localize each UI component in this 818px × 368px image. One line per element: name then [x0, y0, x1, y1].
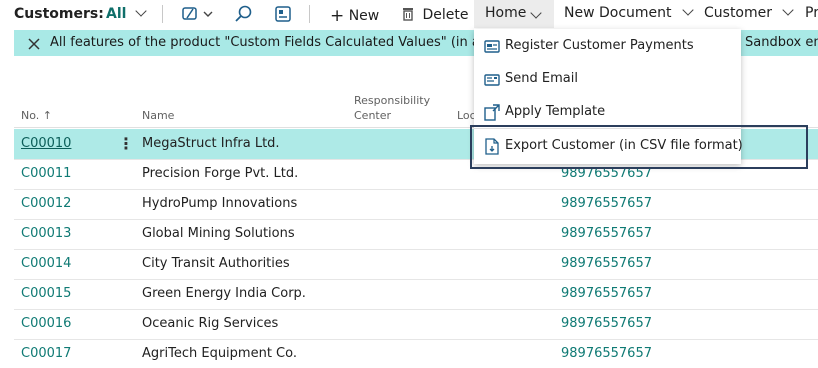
chevron-down-icon	[782, 4, 795, 16]
banner-message: All features of the product "Custom Fiel…	[50, 35, 497, 50]
view-selector-label: All	[106, 6, 127, 22]
customer-phone[interactable]: 98976557657	[561, 286, 652, 301]
customer-name[interactable]: HydroPump Innovations	[142, 196, 297, 211]
customer-no-link[interactable]: C00010	[21, 136, 71, 151]
customer-no-link[interactable]: C00015	[21, 286, 71, 301]
customer-phone[interactable]: 98976557657	[561, 256, 652, 271]
new-button[interactable]: + New	[330, 5, 380, 26]
new-button-label: New	[348, 8, 380, 24]
search-icon[interactable]	[234, 4, 254, 28]
customer-phone[interactable]: 98976557657	[561, 316, 652, 331]
chevron-down-icon	[682, 4, 694, 16]
customer-button[interactable]: Customer	[704, 4, 795, 21]
highlight-box	[470, 125, 808, 169]
customer-no-link[interactable]: C00016	[21, 316, 71, 331]
customer-name[interactable]: City Transit Authorities	[142, 256, 290, 271]
customer-phone[interactable]: 98976557657	[561, 226, 652, 241]
customer-name[interactable]: MegaStruct Infra Ltd.	[142, 136, 280, 151]
column-header-location[interactable]: Loc	[457, 109, 476, 122]
menu-item-label: Register Customer Payments	[505, 38, 694, 53]
toolbar-divider	[162, 5, 163, 23]
trash-icon	[402, 7, 418, 23]
home-button-label: Home	[485, 5, 527, 21]
customer-button-label: Customer	[704, 5, 773, 21]
payment-journal-icon	[484, 39, 500, 59]
customer-no-link[interactable]: C00011	[21, 166, 71, 181]
delete-button[interactable]: Delete	[402, 5, 468, 23]
customer-name[interactable]: Oceanic Rig Services	[142, 316, 278, 331]
delete-button-label: Delete	[422, 7, 469, 23]
plus-icon: +	[330, 6, 345, 26]
customer-name[interactable]: Green Energy India Corp.	[142, 286, 306, 301]
email-icon	[484, 72, 500, 92]
customer-phone[interactable]: 98976557657	[561, 196, 652, 211]
toolbar-divider	[309, 5, 310, 23]
customer-no-link[interactable]: C00012	[21, 196, 71, 211]
customer-no-link[interactable]: C00014	[21, 256, 71, 271]
customer-no-link[interactable]: C00017	[21, 346, 71, 361]
home-menu-button[interactable]: Home	[474, 0, 554, 28]
page-title: Customers:	[14, 6, 104, 22]
column-header-no[interactable]: No. ↑	[21, 109, 52, 122]
column-header-responsibility-center[interactable]: Responsibility Center	[354, 93, 440, 123]
customer-name[interactable]: Global Mining Solutions	[142, 226, 295, 241]
menu-item-label: Apply Template	[505, 104, 606, 119]
apply-template-icon	[484, 104, 500, 125]
action-bar: Customers: All + New Delete Home New Doc…	[0, 0, 818, 28]
table-row[interactable]: C00012 HydroPump Innovations 98976557657	[14, 189, 818, 220]
table-row[interactable]: C00016 Oceanic Rig Services 98976557657	[14, 309, 818, 340]
edit-list-icon[interactable]	[182, 5, 216, 27]
chevron-down-icon	[135, 5, 147, 17]
filter-pane-icon[interactable]	[274, 5, 292, 27]
table-row[interactable]: C00014 City Transit Authorities 98976557…	[14, 249, 818, 280]
table-row[interactable]: C00015 Green Energy India Corp. 98976557…	[14, 279, 818, 310]
new-document-button[interactable]: New Document	[564, 4, 694, 21]
close-icon[interactable]	[27, 36, 41, 55]
menu-item-send-email[interactable]: Send Email	[474, 63, 741, 96]
customer-name[interactable]: AgriTech Equipment Co.	[142, 346, 297, 361]
menu-item-label: Send Email	[505, 71, 578, 86]
view-selector[interactable]: All	[106, 5, 147, 22]
customer-phone[interactable]: 98976557657	[561, 346, 652, 361]
chevron-down-icon	[530, 7, 542, 19]
new-document-button-label: New Document	[564, 5, 672, 21]
customer-no-link[interactable]: C00013	[21, 226, 71, 241]
banner-message-tail: Sandbox en	[745, 35, 818, 50]
row-actions-icon[interactable]: ⋮	[118, 134, 134, 153]
menu-item-register-customer-payments[interactable]: Register Customer Payments	[474, 30, 741, 63]
customer-name[interactable]: Precision Forge Pvt. Ltd.	[142, 166, 298, 181]
column-header-name[interactable]: Name	[142, 109, 174, 122]
table-row[interactable]: C00017 AgriTech Equipment Co. 9897655765…	[14, 339, 818, 368]
table-row[interactable]: C00013 Global Mining Solutions 989765576…	[14, 219, 818, 250]
overflow-menu-button[interactable]: Pr	[805, 5, 818, 21]
